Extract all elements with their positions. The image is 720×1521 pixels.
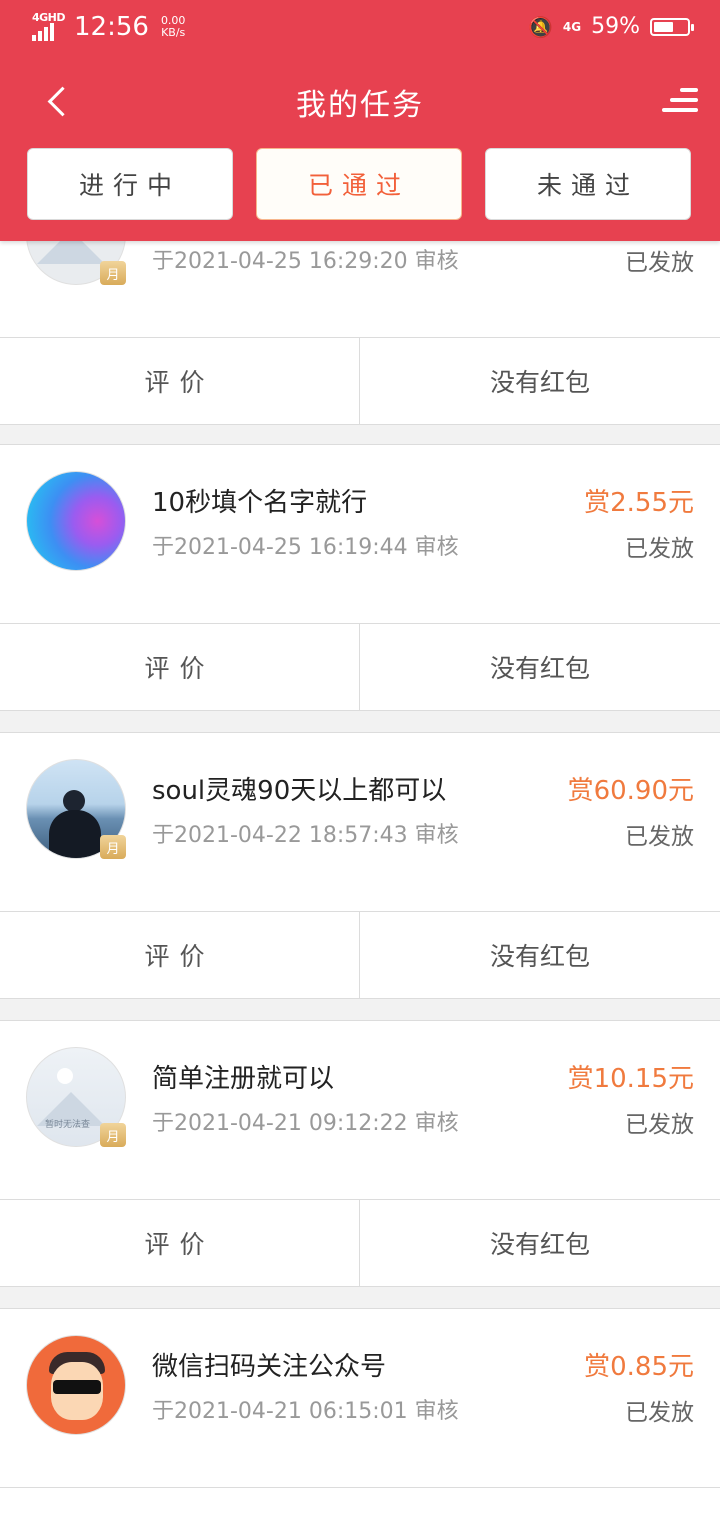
payout-status: 已发放 — [625, 1112, 694, 1138]
payout-status: 已发放 — [625, 1400, 694, 1426]
task-card[interactable]: 月 soul灵魂90天以上都可以 于2021-04-22 18:57:43 审核… — [0, 732, 720, 999]
task-card[interactable]: 微信扫码关注公众号 于2021-04-21 06:15:01 审核 赏0.85元… — [0, 1308, 720, 1521]
tab-rejected[interactable]: 未通过 — [485, 148, 691, 220]
app-header: 4GHD 12:56 0.00 KB/s 🔕 4G 59% 我的任务 进行中 已… — [0, 0, 720, 241]
cartoon-man-avatar — [26, 1335, 126, 1435]
payout-status: 已发放 — [625, 824, 694, 850]
review-button[interactable]: 评价 — [0, 338, 360, 424]
red-packet-button[interactable]: 没有红包 — [360, 912, 720, 998]
monthly-badge-icon: 月 — [100, 1123, 126, 1147]
menu-icon[interactable] — [662, 86, 698, 116]
network-speed: 0.00 KB/s — [160, 14, 186, 39]
task-avatar — [26, 471, 126, 571]
gradient-orb-avatar — [26, 471, 126, 571]
review-time: 于2021-04-21 06:15:01 审核 — [152, 1399, 459, 1424]
payout-status: 已发放 — [625, 536, 694, 562]
review-time: 于2021-04-25 16:29:20 审核 — [152, 249, 459, 274]
reward-amount: 赏60.90元 — [567, 776, 694, 806]
tab-in-progress[interactable]: 进行中 — [27, 148, 233, 220]
review-button[interactable]: 评价 — [0, 912, 360, 998]
task-title: 10秒填个名字就行 — [152, 488, 368, 518]
review-time: 于2021-04-22 18:57:43 审核 — [152, 823, 459, 848]
review-button[interactable]: 评价 — [0, 624, 360, 710]
task-avatar — [26, 1335, 126, 1435]
task-card[interactable]: 暂时无法查 月 简单注册就可以 于2021-04-21 09:12:22 审核 … — [0, 1020, 720, 1287]
battery-icon — [650, 17, 694, 36]
review-time: 于2021-04-21 09:12:22 审核 — [152, 1111, 459, 1136]
reward-amount: 赏10.15元 — [567, 1064, 694, 1094]
signal-icon: 4GHD — [32, 11, 66, 41]
review-button[interactable]: 评价 — [0, 1200, 360, 1286]
task-avatar: 暂时无法查 月 — [26, 1047, 126, 1147]
red-packet-button[interactable]: 没有红包 — [360, 624, 720, 710]
mobile-data-label: 4G — [562, 19, 582, 34]
task-card[interactable]: 10秒填个名字就行 于2021-04-25 16:19:44 审核 赏2.55元… — [0, 444, 720, 711]
red-packet-button[interactable]: 没有红包 — [360, 338, 720, 424]
task-title: soul灵魂90天以上都可以 — [152, 776, 447, 806]
status-tabs: 进行中 已通过 未通过 — [0, 148, 720, 222]
monthly-badge-icon: 月 — [100, 835, 126, 859]
reward-amount: 赏2.55元 — [584, 488, 694, 518]
red-packet-button[interactable]: 没有红包 — [360, 1200, 720, 1286]
tab-approved[interactable]: 已通过 — [256, 148, 462, 220]
reward-amount: 赏0.85元 — [584, 1352, 694, 1382]
status-bar: 4GHD 12:56 0.00 KB/s 🔕 4G 59% — [0, 0, 720, 58]
monthly-badge-icon: 月 — [100, 261, 126, 285]
page-title: 我的任务 — [296, 88, 424, 123]
review-time: 于2021-04-25 16:19:44 审核 — [152, 535, 459, 560]
task-avatar: 月 — [26, 759, 126, 859]
clock: 12:56 — [74, 12, 149, 42]
payout-status: 已发放 — [625, 250, 694, 276]
battery-percent: 59% — [591, 14, 640, 39]
bell-muted-icon: 🔕 — [527, 14, 553, 39]
task-title: 简单注册就可以 — [152, 1064, 335, 1094]
title-bar: 我的任务 — [0, 58, 720, 144]
task-title: 微信扫码关注公众号 — [152, 1352, 387, 1382]
